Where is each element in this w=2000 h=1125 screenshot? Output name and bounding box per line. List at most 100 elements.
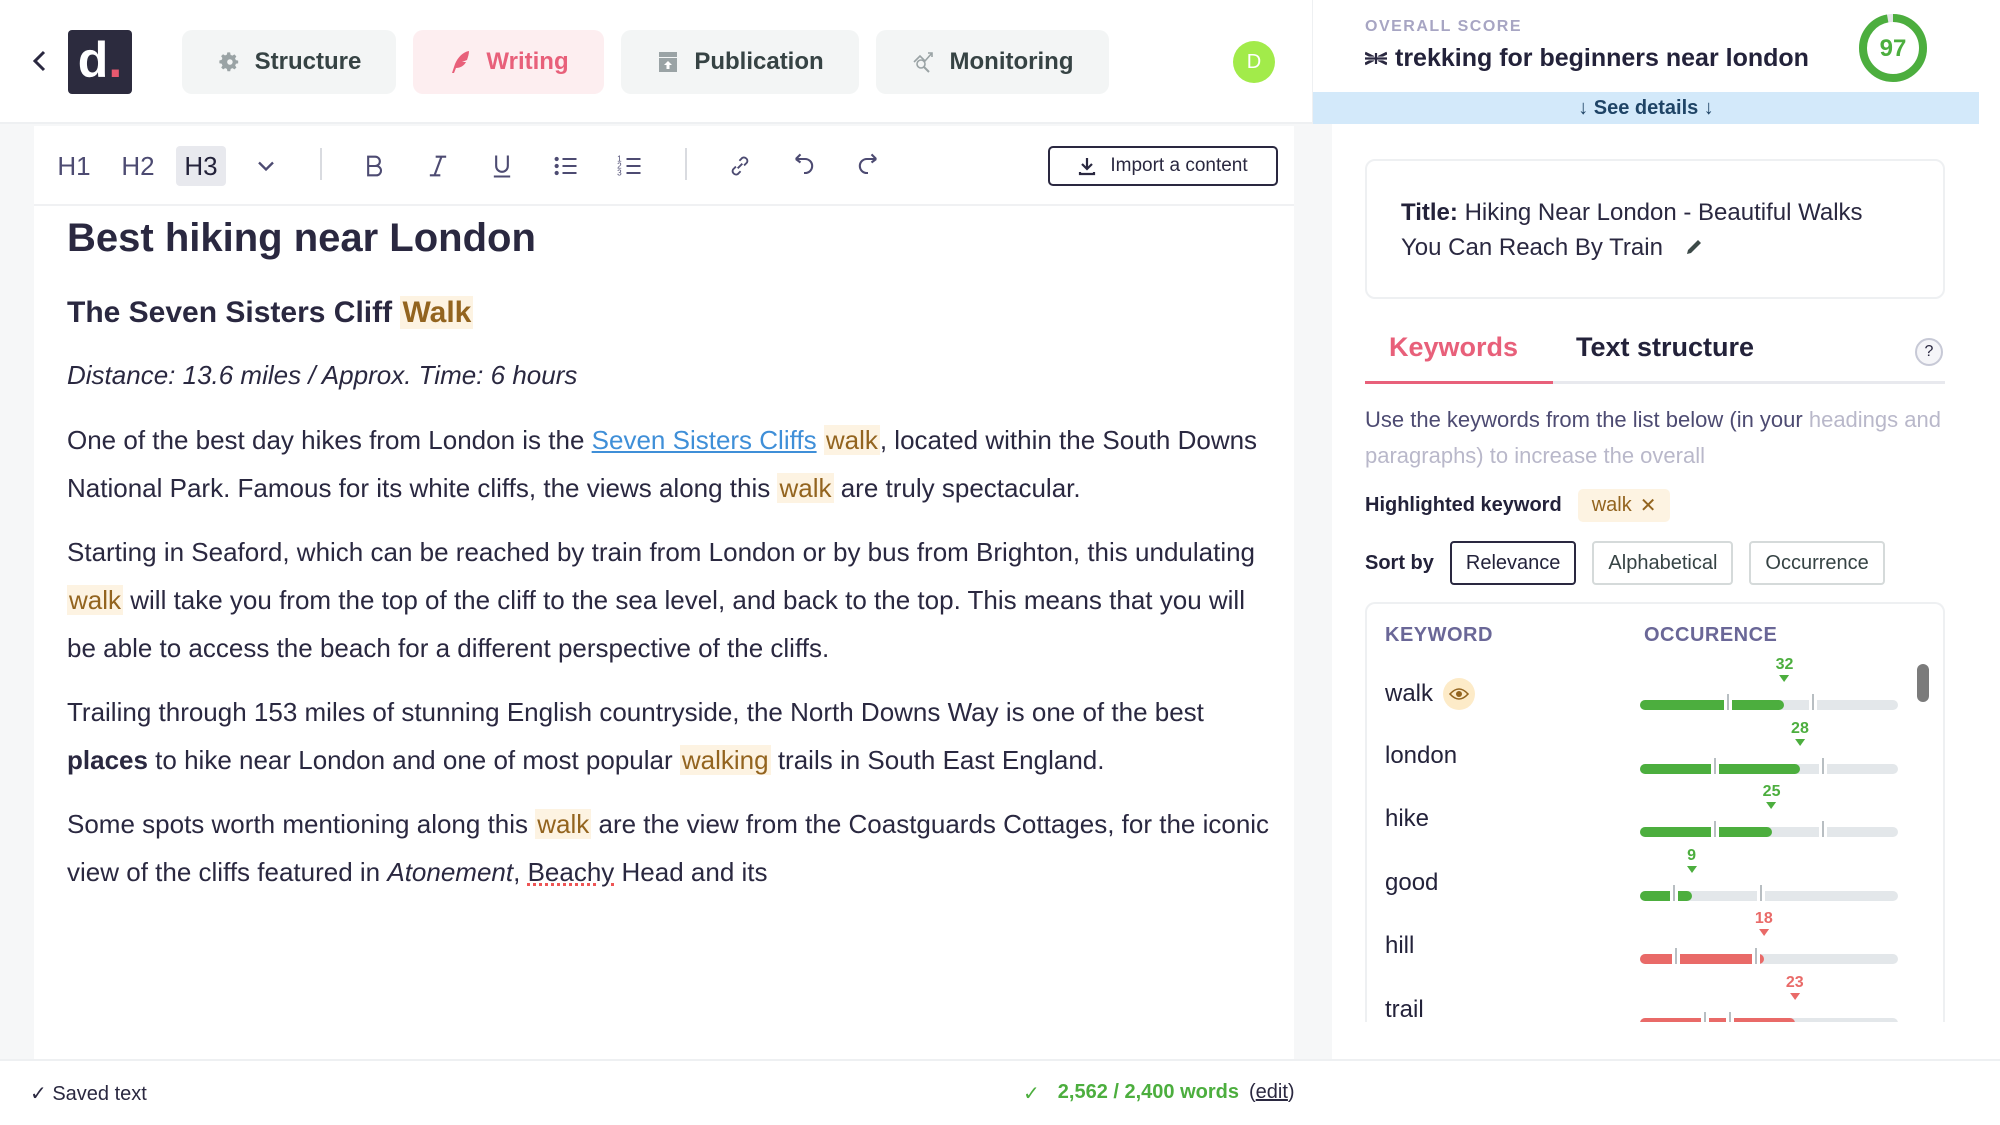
- close-icon[interactable]: ✕: [1640, 493, 1657, 518]
- occurrence-range-tick: [1700, 1011, 1709, 1022]
- back-button[interactable]: [30, 46, 54, 76]
- occurrence-count-value: 9: [1687, 846, 1697, 864]
- bullet-list-button[interactable]: [548, 146, 584, 186]
- redo-icon: [858, 153, 877, 175]
- spelling-error[interactable]: Beachy: [528, 857, 615, 887]
- sort-label: Sort by: [1365, 551, 1434, 574]
- document-heading-3: The Seven Sisters Cliff Walk: [67, 290, 1277, 340]
- sort-alphabetical-button[interactable]: Alphabetical: [1592, 541, 1734, 585]
- link-button[interactable]: [722, 146, 758, 186]
- tab-monitoring[interactable]: Monitoring: [876, 30, 1109, 94]
- occurrence-bar-fill: [1640, 1017, 1795, 1022]
- download-icon: [1079, 158, 1096, 176]
- keyword-text: good: [1385, 868, 1439, 896]
- italic-button[interactable]: [420, 146, 456, 186]
- heading-text: The Seven Sisters Cliff: [67, 296, 401, 329]
- occurrence-range-tick: [1723, 694, 1732, 710]
- occurrence-bar-fill: [1640, 890, 1692, 901]
- keyword-row[interactable]: trail 23: [1367, 974, 1927, 1023]
- undo-button[interactable]: [786, 146, 822, 186]
- sort-occurrence-button[interactable]: Occurrence: [1749, 541, 1885, 585]
- keyword-name: london: [1385, 742, 1457, 770]
- occurrence-count-value: 23: [1785, 973, 1804, 991]
- document-heading-1: Best hiking near London: [67, 216, 536, 260]
- keyword-name: trail: [1385, 996, 1424, 1023]
- redo-button[interactable]: [850, 146, 886, 186]
- marker-triangle-icon: [1794, 738, 1805, 746]
- edit-word-target-link[interactable]: edit: [1256, 1081, 1288, 1103]
- highlighted-keyword-label: Highlighted keyword: [1365, 493, 1562, 516]
- keyword-name: walk: [1385, 678, 1476, 710]
- see-details-button[interactable]: ↓ See details ↓: [1313, 92, 1979, 124]
- text: will take you from the top of the cliff …: [67, 585, 1245, 663]
- tab-writing[interactable]: Writing: [413, 30, 604, 94]
- text: Some spots worth mentioning along this: [67, 809, 536, 839]
- highlighted-keyword-row: Highlighted keyword walk ✕: [1365, 487, 1671, 523]
- keyword-row[interactable]: hike 25: [1367, 783, 1927, 846]
- top-navigation-bar: d. Structure Writing Publication Monitor…: [0, 0, 1312, 124]
- pencil-icon[interactable]: [1684, 237, 1704, 257]
- text-editor[interactable]: H1 H2 H3 123 Import a content Best hikin…: [34, 126, 1294, 1059]
- keyword-row[interactable]: good 9: [1367, 847, 1927, 910]
- scrollbar[interactable]: [1917, 664, 1929, 702]
- sort-relevance-button[interactable]: Relevance: [1449, 541, 1577, 585]
- feather-icon: [448, 50, 472, 74]
- heading-2-button[interactable]: H2: [116, 146, 160, 186]
- inline-link[interactable]: Seven Sisters Cliffs: [592, 425, 817, 455]
- keyword-row[interactable]: walk 32: [1367, 656, 1927, 719]
- keyword-row[interactable]: london 28: [1367, 720, 1927, 783]
- occurrence-count-value: 32: [1775, 656, 1794, 673]
- underline-icon: [493, 155, 511, 178]
- bold-button[interactable]: [356, 146, 392, 186]
- user-avatar[interactable]: D: [1233, 41, 1275, 83]
- tab-text-structure[interactable]: Text structure: [1576, 332, 1754, 363]
- hint-text: Use the keywords from the list below (in…: [1365, 407, 1809, 432]
- keyword-name: hill: [1385, 932, 1414, 960]
- app-logo[interactable]: d.: [68, 30, 132, 94]
- keyword-text: trail: [1385, 995, 1424, 1023]
- underline-button[interactable]: [484, 146, 520, 186]
- tab-publication[interactable]: Publication: [621, 30, 859, 94]
- sort-row: Sort by Relevance Alphabetical Occurrenc…: [1365, 541, 1885, 585]
- title-value: Hiking Near London - Beautiful Walks You…: [1401, 199, 1863, 261]
- panel-tabs: Keywords Text structure ?: [1365, 322, 1945, 384]
- uk-flag-icon: [1365, 51, 1387, 66]
- import-content-button[interactable]: Import a content: [1048, 146, 1278, 186]
- occurrence-range-tick: [1757, 884, 1766, 901]
- bold-icon: [367, 155, 382, 177]
- document-content[interactable]: Best hiking near London The Seven Sister…: [67, 212, 1277, 896]
- numbered-list-button[interactable]: 123: [612, 146, 648, 186]
- keyword-text: hill: [1385, 932, 1415, 959]
- keyword-highlight: walk: [67, 585, 124, 615]
- text: One of the best day hikes from London is…: [67, 425, 592, 455]
- import-content-label: Import a content: [1110, 155, 1248, 176]
- logo-letter: d: [77, 32, 109, 88]
- heading-3-button[interactable]: H3: [176, 146, 226, 186]
- keyword-row[interactable]: hill 18: [1367, 910, 1927, 973]
- tab-keywords[interactable]: Keywords: [1389, 332, 1518, 363]
- occurrence-range-tick: [1672, 948, 1681, 964]
- heading-1-button[interactable]: H1: [56, 146, 92, 186]
- heading-dropdown-button[interactable]: [248, 146, 284, 186]
- chevron-left-icon: [32, 50, 46, 72]
- marker-triangle-icon: [1758, 929, 1769, 936]
- occurrence-bar: [1640, 757, 1898, 774]
- word-count: ✓ 2,562 / 2,400 words (edit): [1023, 1081, 1295, 1106]
- occurrence-count: 23: [1786, 974, 1804, 1000]
- occurrence-range-tick: [1669, 884, 1678, 901]
- text: [817, 425, 824, 455]
- document-meta-line: Distance: 13.6 miles / Approx. Time: 6 h…: [67, 360, 578, 390]
- numbered-list-icon: 123: [617, 154, 641, 177]
- text: trails in South East England.: [770, 745, 1105, 775]
- target-keyword-text: trekking for beginners near london: [1395, 44, 1809, 72]
- logo-dot: .: [108, 32, 123, 88]
- help-icon[interactable]: ?: [1915, 338, 1943, 366]
- eye-icon[interactable]: [1443, 678, 1476, 710]
- tab-structure[interactable]: Structure: [182, 30, 396, 94]
- upload-box-icon: [656, 50, 680, 74]
- text: Head and its: [614, 857, 768, 887]
- text: Trailing through 153 miles of stunning E…: [67, 697, 1204, 727]
- text: Starting in Seaford, which can be reache…: [67, 537, 1256, 567]
- occurrence-range-tick: [1819, 821, 1828, 837]
- text: ,: [513, 857, 528, 887]
